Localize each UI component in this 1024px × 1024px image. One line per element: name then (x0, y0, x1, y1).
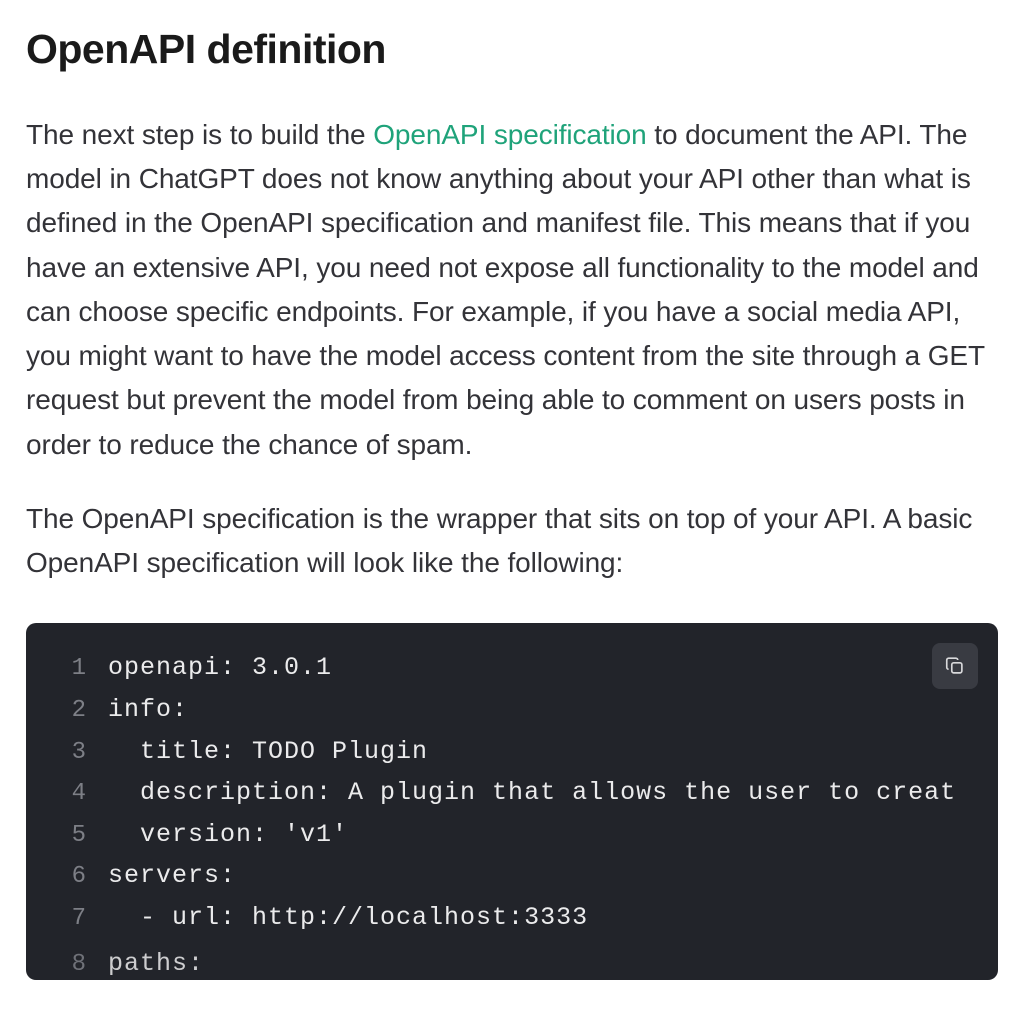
code-text: openapi: 3.0.1 (86, 647, 332, 688)
code-text: paths: (86, 943, 204, 981)
p1-pre: The next step is to build the (26, 119, 373, 150)
code-line: 2 info: (26, 689, 998, 731)
copy-button[interactable] (932, 643, 978, 689)
code-line: 1 openapi: 3.0.1 (26, 647, 998, 689)
code-line: 3 title: TODO Plugin (26, 731, 998, 773)
intro-paragraph: The next step is to build the OpenAPI sp… (26, 113, 998, 467)
line-number: 2 (46, 691, 86, 731)
p1-post: to document the API. The model in ChatGP… (26, 119, 985, 460)
code-text: version: 'v1' (86, 814, 348, 855)
line-number: 7 (46, 899, 86, 939)
code-line: 8 paths: (26, 943, 998, 981)
line-number: 5 (46, 816, 86, 856)
code-line: 4 description: A plugin that allows the … (26, 772, 998, 814)
code-text: - url: http://localhost:3333 (86, 897, 588, 938)
openapi-spec-link[interactable]: OpenAPI specification (373, 119, 646, 150)
code-line: 7 - url: http://localhost:3333 (26, 897, 998, 939)
copy-icon (944, 655, 966, 677)
code-text: description: A plugin that allows the us… (86, 772, 956, 813)
line-number: 3 (46, 733, 86, 773)
line-number: 4 (46, 774, 86, 814)
line-number: 6 (46, 857, 86, 897)
wrapper-paragraph: The OpenAPI specification is the wrapper… (26, 497, 998, 585)
code-line: 5 version: 'v1' (26, 814, 998, 856)
code-text: title: TODO Plugin (86, 731, 428, 772)
line-number: 8 (46, 945, 86, 981)
code-line: 6 servers: (26, 855, 998, 897)
section-heading: OpenAPI definition (26, 26, 998, 73)
line-number: 1 (46, 649, 86, 689)
code-text: servers: (86, 855, 236, 896)
code-block: 1 openapi: 3.0.1 2 info: 3 title: TODO P… (26, 623, 998, 980)
code-text: info: (86, 689, 188, 730)
